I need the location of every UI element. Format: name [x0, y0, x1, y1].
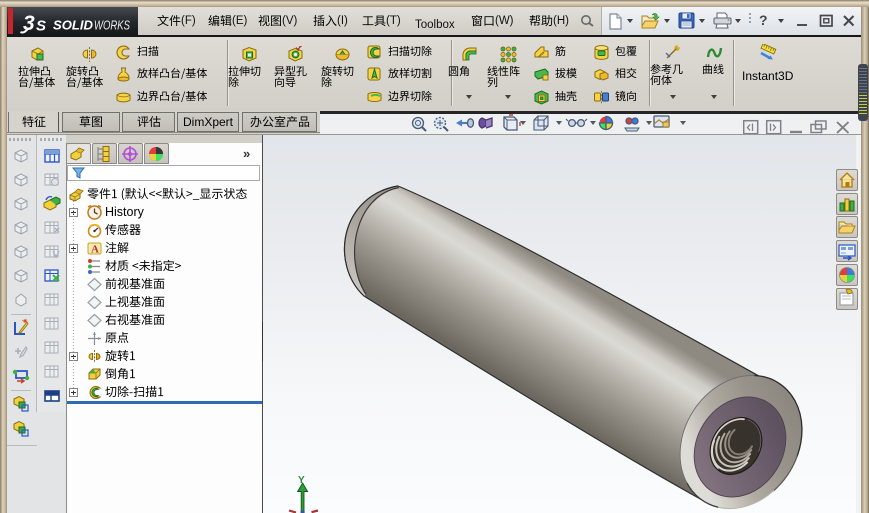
- svg-text:SOLID: SOLID: [53, 18, 94, 33]
- svg-text:A: A: [91, 244, 99, 256]
- svg-text:S: S: [36, 18, 46, 35]
- svg-text:WORKS: WORKS: [94, 18, 130, 33]
